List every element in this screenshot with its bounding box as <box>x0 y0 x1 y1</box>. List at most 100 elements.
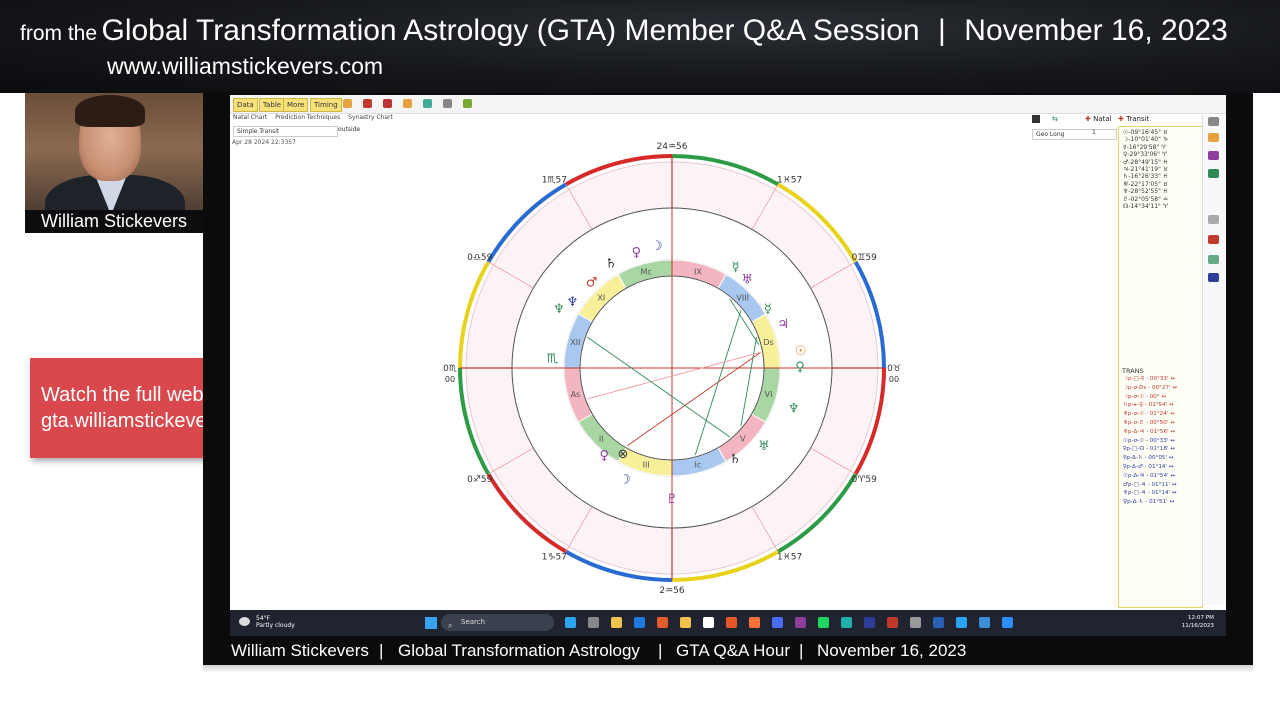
aspect-row[interactable]: ♀p-Δ-♄ - 01°51' ↔ <box>1123 498 1201 507</box>
app-settings-icon[interactable] <box>910 617 921 628</box>
house-label: XII <box>570 338 580 347</box>
app-word-icon[interactable] <box>933 617 944 628</box>
astrology-app-window: Data Table More Timing Natal Chart Predi… <box>230 95 1226 610</box>
save-icon[interactable] <box>1032 115 1040 123</box>
banner-title-line: from the Global Transformation Astrology… <box>20 14 1228 48</box>
planet-position-row: ☉-09°16'45" ♉ <box>1123 129 1169 136</box>
app-folder-icon[interactable] <box>680 617 691 628</box>
sun-icon[interactable] <box>1208 133 1219 142</box>
planet-glyph: ♃ <box>777 317 789 332</box>
list-icon[interactable] <box>1208 117 1219 126</box>
transit-aspects-list: ☽p-□-☿ - 00°33' ↔ ☽p-σ-Ds - 00°27' ↔ ☽p-σ-… <box>1123 375 1201 507</box>
aspect-row[interactable]: ☉p-Δ-♃ - 01°54' ↔ <box>1123 472 1201 481</box>
aspect-row[interactable]: ♆p-Δ-♃ - 01°56' ↔ <box>1123 428 1201 437</box>
app-explorer-icon[interactable] <box>611 617 622 628</box>
cusp-degree-sub: 00 <box>445 375 455 384</box>
planet-position-row: ♆-28°52'55" ♓ <box>1123 188 1169 196</box>
cusp-degree-label: 0♎59 <box>467 253 493 263</box>
aspect-row[interactable]: ☽p-σ-☉ - 00° ↔ <box>1123 393 1201 402</box>
aspect-row[interactable]: ☽p-□-☿ - 00°33' ↔ <box>1123 375 1201 384</box>
footer-sep-3: | <box>799 641 804 660</box>
footer-show: GTA Q&A Hour <box>676 641 791 660</box>
aspect-row[interactable]: ♆p-σ-♇ - 00°50' ↔ <box>1123 419 1201 428</box>
cusp-degree-label: 0♐59 <box>467 475 493 485</box>
app-spotify-icon[interactable] <box>818 617 829 628</box>
aspect-row[interactable]: ☿p-Δ-♄ - 00°05' ↔ <box>1123 454 1201 463</box>
weather-widget[interactable]: 54°F Partly cloudy <box>256 615 295 629</box>
more-icon[interactable] <box>1208 273 1219 282</box>
app-grid-icon[interactable] <box>772 617 783 628</box>
app-widgets-icon[interactable] <box>588 617 599 628</box>
planet-glyph: ♏ <box>547 352 559 367</box>
planet-glyph: ☽ <box>619 472 631 487</box>
table-icon[interactable] <box>1208 255 1219 264</box>
app-zoom-ext-icon[interactable] <box>956 617 967 628</box>
app-store-icon[interactable] <box>657 617 668 628</box>
cusp-degree-label: 1♑57 <box>542 552 567 562</box>
planet-position-row: ♃-21°41'19" ♉ <box>1123 166 1169 174</box>
planet-glyph: ☿ <box>732 260 740 275</box>
app-firefox-icon[interactable] <box>749 617 760 628</box>
cusp-degree-label: 24♒56 <box>657 142 688 152</box>
weather-icon[interactable] <box>239 617 250 626</box>
cusp-degree-label: 1♏57 <box>542 176 567 186</box>
link-icon[interactable]: ⇆ <box>1052 115 1058 123</box>
transit-aspects-panel: TRANS ☽p-□-☿ - 00°33' ↔ ☽p-σ-Ds - 00°27' … <box>1119 367 1201 527</box>
print-icon[interactable] <box>1208 215 1219 224</box>
aspect-row[interactable]: ☿p-Δ-♂ - 01°14' ↔ <box>1123 463 1201 472</box>
transit-aspects-title: TRANS <box>1122 367 1144 375</box>
aspect-row[interactable]: ♆p-σ-☉ - 01°24' ↔ <box>1123 410 1201 419</box>
astrology-wheel: AsIIIII IcVVIDsVIIIIXMcXIXII24♒561♓570♊59… <box>443 142 901 596</box>
app-editor-icon[interactable] <box>887 617 898 628</box>
house-label: II <box>599 435 604 444</box>
clock-time: 12:07 PM <box>1187 615 1214 621</box>
natal-toggle[interactable]: ✚ Natal <box>1085 115 1112 123</box>
chart-icon[interactable] <box>1208 169 1219 178</box>
app-edge-icon[interactable] <box>634 617 645 628</box>
app-brave-icon[interactable] <box>726 617 737 628</box>
aspect-row[interactable]: ☽p-σ-Ds - 00°27' ↔ <box>1123 384 1201 393</box>
app-skull-icon[interactable] <box>703 617 714 628</box>
lower-third-footer: William Stickevers | Global Transformati… <box>203 636 1253 665</box>
coordinate-number[interactable]: 1 <box>1092 129 1096 136</box>
app-zoom-icon[interactable] <box>1002 617 1013 628</box>
banner-url: www.williamstickevers.com <box>107 53 384 79</box>
footer-org: Global Transformation Astrology <box>398 641 640 660</box>
planet-glyph: ♀ <box>600 449 610 464</box>
app-maps-icon[interactable] <box>841 617 852 628</box>
app-taskview-icon[interactable] <box>565 617 576 628</box>
house-label: VI <box>765 390 773 399</box>
planet-glyph: ♄ <box>729 452 741 467</box>
app-astrology-icon[interactable] <box>864 617 875 628</box>
coordinate-select[interactable]: Geo Long <box>1032 129 1117 140</box>
app-s-icon[interactable] <box>979 617 990 628</box>
search-icon: ⌕ <box>448 621 453 630</box>
footer-sep-1: | <box>379 641 384 660</box>
house-label: XI <box>597 293 605 302</box>
planet-glyph: ☿ <box>764 302 772 317</box>
planet-glyph: ☽ <box>651 239 663 254</box>
start-icon[interactable] <box>425 617 437 629</box>
planet-glyph: ♆ <box>553 302 565 317</box>
planet-position-row: ♂-28°49'15" ♓ <box>1123 158 1169 166</box>
transit-toggle[interactable]: ✚ Transit <box>1118 115 1149 123</box>
aspect-row[interactable]: ♆p-□-♃ - 01°14' ↔ <box>1123 489 1201 498</box>
planet-position-row: ☊-14°34'11" ♈ <box>1123 203 1169 211</box>
natal-label: Natal <box>1093 115 1112 123</box>
planet-position-row: ♄-16°26'33" ♓ <box>1123 173 1169 181</box>
tools-icon[interactable] <box>1208 235 1219 244</box>
aspect-row[interactable]: ♂p-□-♃ - 01°11' ↔ <box>1123 481 1201 490</box>
taskbar-search[interactable]: ⌕ Search <box>441 614 554 631</box>
wheel-icon[interactable] <box>1208 151 1219 160</box>
aspect-row[interactable]: ♄p-⚹-♀ - 01°54' ↔ <box>1123 401 1201 410</box>
aspect-row[interactable]: ☉p-σ-☉ - 00°33' ↔ <box>1123 437 1201 446</box>
app-shortcut-icon[interactable] <box>795 617 806 628</box>
aspect-row[interactable]: ☿p-□-☊ - 01°18' ↔ <box>1123 445 1201 454</box>
windows-taskbar: 54°F Partly cloudy ⌕ Search 12:07 PM 11/… <box>230 610 1226 636</box>
planet-position-row: ♇-02°05'58" ♒ <box>1123 195 1169 203</box>
side-toolbar <box>1202 115 1225 605</box>
house-label: IX <box>694 267 702 276</box>
taskbar-clock[interactable]: 12:07 PM 11/16/2023 <box>1174 614 1214 630</box>
search-placeholder: Search <box>461 618 486 626</box>
house-label: Ds <box>763 338 773 347</box>
